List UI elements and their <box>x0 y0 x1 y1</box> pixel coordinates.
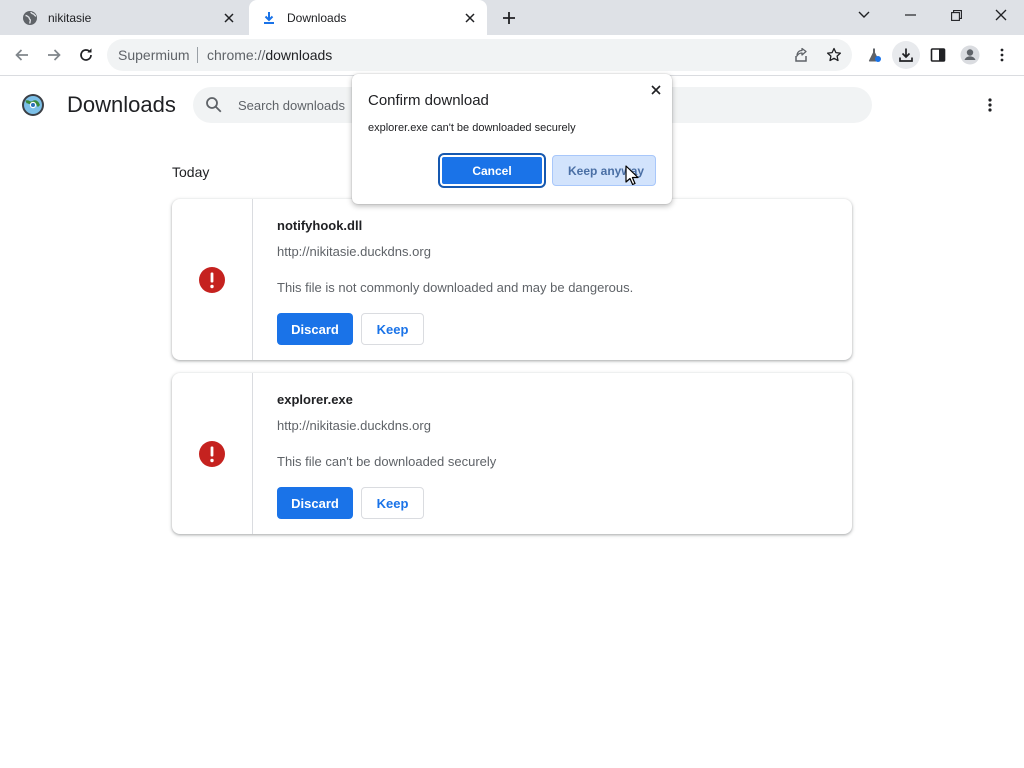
keep-button[interactable]: Keep <box>361 487 424 519</box>
url-prefix: chrome:// <box>207 47 266 63</box>
new-tab-button[interactable] <box>499 8 519 28</box>
search-icon <box>205 96 223 114</box>
side-panel-icon <box>930 47 946 63</box>
forward-button[interactable] <box>40 41 68 69</box>
file-url[interactable]: http://nikitasie.duckdns.org <box>277 418 431 433</box>
discard-button[interactable]: Discard <box>277 313 353 345</box>
star-icon[interactable] <box>823 44 845 66</box>
tab-strip: nikitasie Downloads <box>0 0 1024 35</box>
warning-icon <box>198 266 226 294</box>
dialog-close-button[interactable] <box>646 80 666 100</box>
downloads-menu-button[interactable] <box>978 93 1002 117</box>
profile-button[interactable] <box>956 41 984 69</box>
site-label: Supermium <box>118 47 190 63</box>
close-window-button[interactable] <box>978 0 1024 30</box>
more-vertical-icon <box>988 98 992 112</box>
tab-title: nikitasie <box>48 10 92 25</box>
close-icon <box>995 9 1007 21</box>
download-icon <box>898 47 914 63</box>
close-tab-icon[interactable] <box>220 9 238 27</box>
chrome-menu-button[interactable] <box>988 41 1016 69</box>
tab-nikitasie[interactable]: nikitasie <box>8 0 246 35</box>
file-icon-column <box>172 373 253 534</box>
dialog-message: explorer.exe can't be downloaded securel… <box>368 122 576 134</box>
arrow-right-icon <box>46 47 62 63</box>
dialog-title: Confirm download <box>368 92 489 109</box>
share-icon[interactable] <box>790 44 812 66</box>
confirm-download-dialog: Confirm download explorer.exe can't be d… <box>352 74 672 204</box>
toolbar: Supermium chrome://downloads <box>0 35 1024 76</box>
file-icon-column <box>172 199 253 360</box>
globe-icon <box>22 10 38 26</box>
download-icon <box>261 10 277 26</box>
cancel-button[interactable]: Cancel <box>440 155 544 186</box>
flask-icon <box>866 47 882 63</box>
back-button[interactable] <box>8 41 36 69</box>
file-description: This file is not commonly downloaded and… <box>277 280 634 295</box>
chevron-down-icon <box>858 11 870 19</box>
omnibox-divider <box>197 47 198 63</box>
minimize-button[interactable] <box>887 0 933 30</box>
avatar-icon <box>960 45 980 65</box>
reload-icon <box>78 47 94 63</box>
minimize-icon <box>904 14 916 16</box>
discard-button[interactable]: Discard <box>277 487 353 519</box>
extensions-button[interactable] <box>860 41 888 69</box>
tab-downloads[interactable]: Downloads <box>249 0 487 35</box>
download-item: notifyhook.dll http://nikitasie.duckdns.… <box>172 199 852 360</box>
close-tab-icon[interactable] <box>461 9 479 27</box>
url-text[interactable]: chrome://downloads <box>207 47 332 63</box>
restore-icon <box>950 9 962 21</box>
file-url[interactable]: http://nikitasie.duckdns.org <box>277 244 431 259</box>
file-name[interactable]: notifyhook.dll <box>277 218 362 233</box>
file-description: This file can't be downloaded securely <box>277 454 497 469</box>
restore-button[interactable] <box>933 0 979 30</box>
keep-anyway-button[interactable]: Keep anyway <box>552 155 656 186</box>
arrow-left-icon <box>14 47 30 63</box>
close-icon <box>651 85 661 95</box>
file-name[interactable]: explorer.exe <box>277 392 353 407</box>
downloads-toolbar-button[interactable] <box>892 41 920 69</box>
date-heading: Today <box>172 164 210 180</box>
page-title: Downloads <box>67 92 176 117</box>
keep-button[interactable]: Keep <box>361 313 424 345</box>
supermium-logo <box>21 93 45 117</box>
side-panel-button[interactable] <box>924 41 952 69</box>
tab-title: Downloads <box>287 10 347 25</box>
tab-search-button[interactable] <box>841 0 887 30</box>
address-bar[interactable]: Supermium chrome://downloads <box>107 39 852 71</box>
more-vertical-icon <box>1000 48 1004 62</box>
download-item: explorer.exe http://nikitasie.duckdns.or… <box>172 373 852 534</box>
url-host: downloads <box>265 47 333 63</box>
warning-icon <box>198 440 226 468</box>
reload-button[interactable] <box>72 41 100 69</box>
mouse-pointer-icon <box>625 165 639 187</box>
